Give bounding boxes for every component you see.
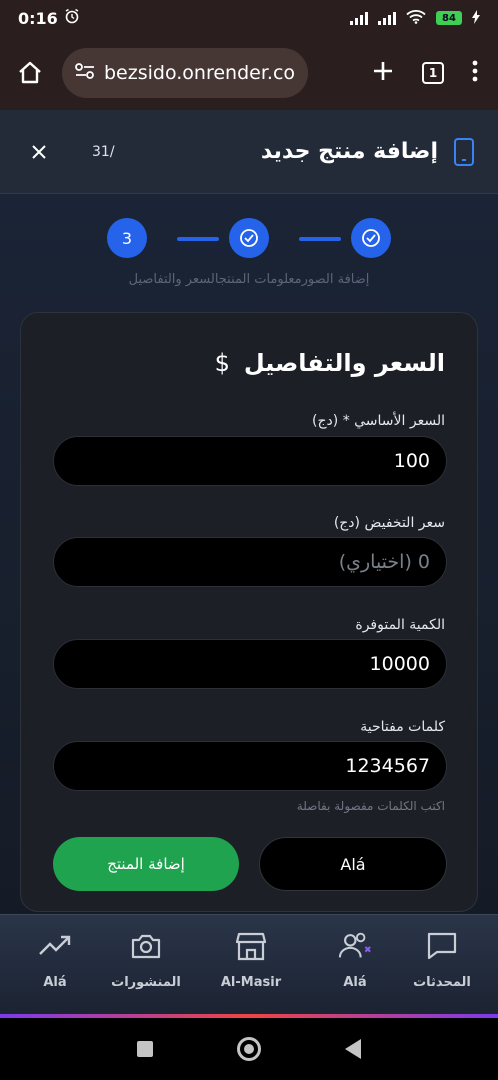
step-2-complete [229,218,269,258]
discount-price-input[interactable] [53,537,447,587]
phone-icon [454,137,474,166]
step-connector [299,237,341,241]
signal-icon [350,11,368,25]
signal-icon-2 [378,11,396,25]
modal-title: إضافة منتج جديد [260,139,438,164]
camera-icon [129,929,163,963]
step-1-complete [351,218,391,258]
home-icon [19,61,41,84]
charging-icon [472,9,480,27]
close-button[interactable] [24,138,54,166]
discount-price-label: سعر التخفيض (دج) [333,515,445,531]
modal-header: 31/ إضافة منتج جديد [0,110,498,194]
keywords-input[interactable] [53,741,447,791]
step-connector [177,237,219,241]
users-icon [338,929,372,963]
nav-item-trending[interactable]: Alá [5,929,105,1003]
nav-label: Alá [43,975,67,990]
home-button[interactable] [12,55,48,91]
form-content: 3 إضافة الصورمعلومات المنتجالسعر والتفاص… [0,194,498,914]
quantity-input[interactable] [53,639,447,689]
price-details-card: السعر والتفاصيل $ السعر الأساسي * (دج) س… [20,312,478,912]
check-circle-icon [362,229,380,247]
nav-label: Alá [343,975,367,990]
alarm-icon [64,8,80,28]
site-settings-icon[interactable] [74,62,96,85]
wifi-icon [406,9,426,27]
browser-toolbar: bezsido.onrender.com 1 [0,36,498,110]
card-title: السعر والتفاصيل $ [215,349,445,377]
close-icon [32,144,46,159]
status-bar: 0:16 84 [0,0,498,36]
battery-indicator: 84 [436,11,462,25]
browser-menu-button[interactable] [472,60,478,86]
page-counter: 31/ [92,143,115,160]
nav-label: المنشورات [111,975,181,990]
more-vert-icon [472,60,478,82]
cancel-button[interactable]: Alá [259,837,447,891]
store-icon [234,929,268,963]
recents-button[interactable] [137,1041,153,1057]
system-navigation [0,1018,498,1080]
back-button[interactable] [345,1039,361,1059]
base-price-input[interactable] [53,436,447,486]
nav-label: المحدثات [413,975,471,990]
step-3: 3 [107,218,147,258]
card-title-text: السعر والتفاصيل [243,349,445,377]
dollar-icon: $ [214,349,230,377]
keywords-label: كلمات مفتاحية [360,719,445,735]
home-system-button[interactable] [237,1037,261,1061]
url-text: bezsido.onrender.com [104,62,296,84]
trending-up-icon [38,929,72,963]
quantity-label: الكمية المتوفرة [355,617,445,633]
nav-item-chats[interactable]: المحدثات [392,929,492,1003]
step-labels: إضافة الصورمعلومات المنتجالسعر والتفاصيل [128,272,370,287]
status-time: 0:16 [18,8,58,28]
tab-switcher-button[interactable]: 1 [422,62,444,84]
base-price-label: السعر الأساسي * (دج) [312,413,445,429]
add-product-button[interactable]: إضافة المنتج [53,837,239,891]
nav-label: Al-Masir [220,975,282,990]
nav-item-store[interactable]: Al-Masir [201,929,301,1003]
new-tab-button[interactable] [372,60,394,86]
bottom-navigation: Alá المنشورات Al-Masir Alá المحدثات [0,914,498,1018]
keywords-hint: اكتب الكلمات مفصولة بفاصلة [296,799,445,813]
nav-item-posts[interactable]: المنشورات [96,929,196,1003]
url-bar[interactable]: bezsido.onrender.com [62,48,308,98]
stepper: 3 [0,218,498,258]
plus-icon [374,62,392,80]
check-circle-icon [240,229,258,247]
nav-item-users[interactable]: Alá [305,929,405,1003]
chat-bubble-icon [425,929,459,963]
